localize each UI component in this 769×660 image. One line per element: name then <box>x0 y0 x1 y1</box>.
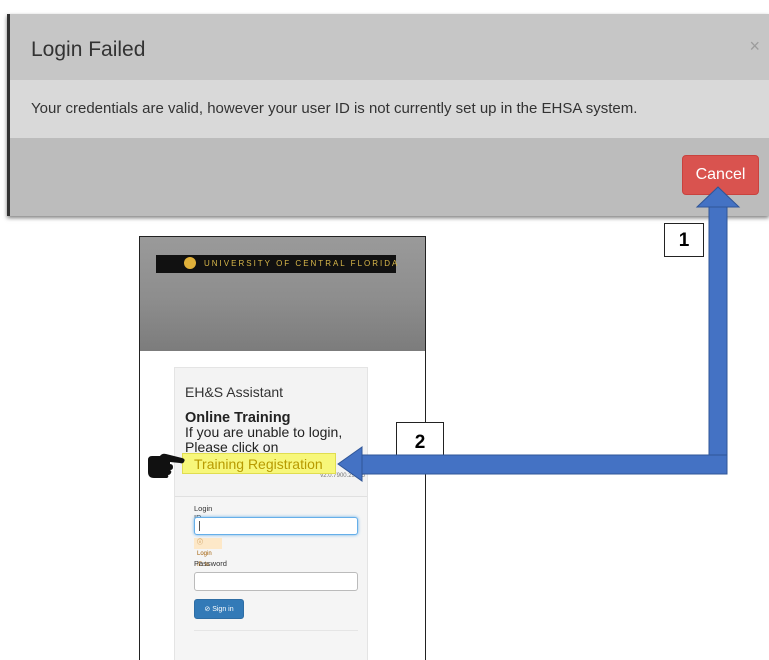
arrow-icon <box>708 203 728 475</box>
pegasus-logo-icon <box>184 257 196 269</box>
hero-banner: UNIVERSITY OF CENTRAL FLORIDA <box>140 237 425 351</box>
modal-footer: Cancel <box>10 138 769 216</box>
modal-body: Your credentials are valid, however your… <box>10 80 769 138</box>
password-label: Password <box>194 559 227 568</box>
panel-divider <box>194 630 358 631</box>
ucf-banner: UNIVERSITY OF CENTRAL FLORIDA <box>156 255 400 273</box>
login-id-error: ⓘ Login ID is required <box>194 538 223 579</box>
training-registration-link[interactable]: Training Registration <box>182 453 336 474</box>
modal-title: Login Failed <box>31 38 146 61</box>
modal-message: Your credentials are valid, however your… <box>31 100 638 117</box>
university-name: UNIVERSITY OF CENTRAL FLORIDA <box>204 259 400 268</box>
training-instructions: If you are unable to login, Please click… <box>185 424 343 455</box>
panel-heading: EH&S Assistant Online Training If you ar… <box>175 368 367 497</box>
text-caret <box>199 521 200 531</box>
step-1-badge: 1 <box>664 223 704 257</box>
pointing-hand-icon <box>148 453 185 478</box>
warning-icon: ⓘ <box>197 540 204 546</box>
ucf-login-page: UNIVERSITY OF CENTRAL FLORIDA EH&S Assis… <box>139 236 426 660</box>
login-id-input[interactable] <box>194 517 358 535</box>
login-failed-modal: Login Failed × Your credentials are vali… <box>7 14 769 216</box>
app-name: EH&S Assistant <box>185 384 284 400</box>
sign-in-button[interactable]: ⊘ Sign in <box>194 599 244 619</box>
modal-header: Login Failed × <box>10 14 769 81</box>
cancel-button[interactable]: Cancel <box>682 155 759 195</box>
close-icon[interactable]: × <box>749 36 760 57</box>
password-input[interactable] <box>194 572 358 591</box>
step-2-badge: 2 <box>396 422 444 462</box>
sign-in-label: Sign in <box>212 606 234 613</box>
